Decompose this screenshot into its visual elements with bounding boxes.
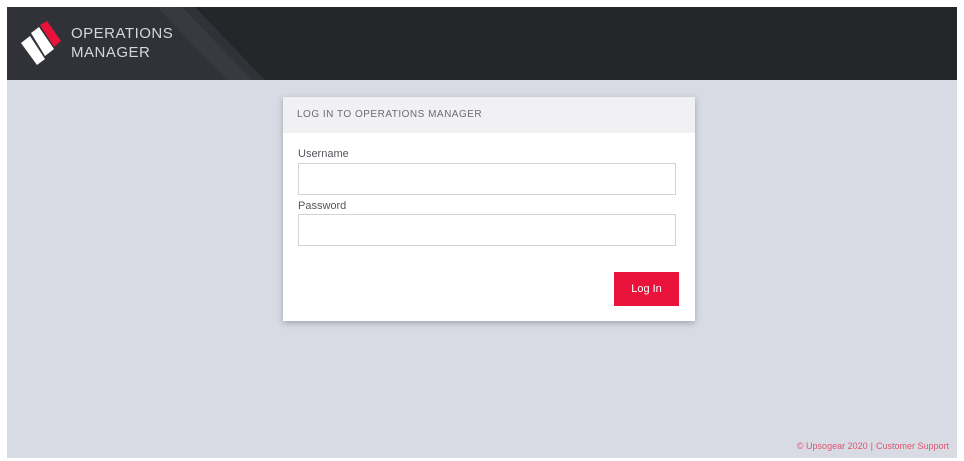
username-label: Username — [298, 148, 349, 160]
password-input[interactable] — [298, 214, 676, 246]
password-label: Password — [298, 200, 347, 212]
login-card: LOG IN TO OPERATIONS MANAGER Username Pa… — [283, 97, 695, 321]
operations-manager-logo-icon — [21, 21, 61, 65]
customer-support-link[interactable]: Customer Support — [876, 441, 949, 451]
login-title: LOG IN TO OPERATIONS MANAGER — [297, 109, 483, 120]
app-window: OPERATIONS MANAGER LOG IN TO OPERATIONS … — [7, 7, 957, 458]
copyright-text: © Upsogear 2020 — [796, 441, 868, 451]
footer-separator: | — [870, 441, 873, 451]
top-header: OPERATIONS MANAGER — [7, 7, 957, 80]
page-frame: OPERATIONS MANAGER LOG IN TO OPERATIONS … — [0, 0, 964, 461]
login-card-header: LOG IN TO OPERATIONS MANAGER — [283, 97, 695, 133]
footer: © Upsogear 2020 | Customer Support — [797, 441, 949, 451]
brand-line-2: MANAGER — [71, 44, 151, 61]
login-button[interactable]: Log In — [614, 272, 679, 306]
brand-line-1: OPERATIONS — [71, 25, 174, 42]
brand-name: OPERATIONS MANAGER — [71, 24, 173, 62]
username-input[interactable] — [298, 163, 676, 195]
